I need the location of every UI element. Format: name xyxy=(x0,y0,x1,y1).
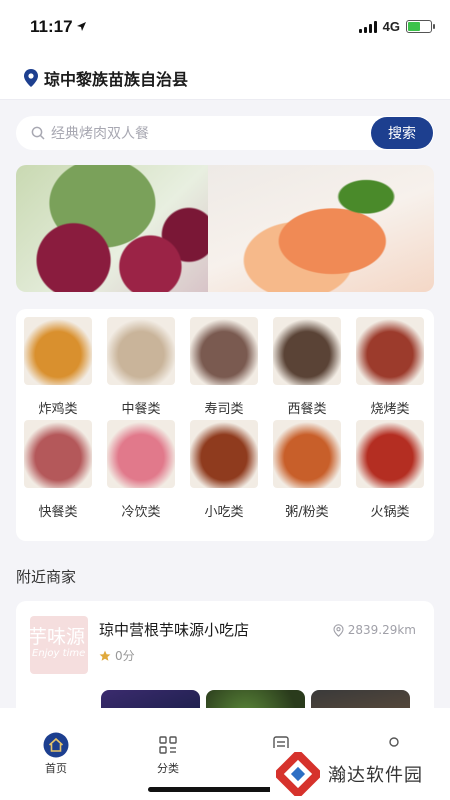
store-rating-value: 0分 xyxy=(115,649,135,663)
tab-label: 分类 xyxy=(157,762,179,775)
banner-image-bayberry xyxy=(16,165,208,292)
tab-label: 首页 xyxy=(45,762,67,775)
category-grid-icon xyxy=(159,736,177,754)
location-pin-icon xyxy=(24,68,38,87)
category-grid: 炸鸡类 中餐类 寿司类 西餐类 烧烤类 快餐类 冷饮类 小吃类 粥/粉类 火锅类 xyxy=(16,309,434,541)
category-image xyxy=(356,317,424,385)
store-name: 琼中营根芋味源小吃店 xyxy=(99,621,250,639)
category-item-hotpot[interactable]: 火锅类 xyxy=(355,420,425,520)
location-arrow-icon xyxy=(77,22,86,31)
category-label: 火锅类 xyxy=(370,505,410,520)
category-item-western[interactable]: 西餐类 xyxy=(272,317,342,417)
store-distance-value: 2839.29km xyxy=(347,623,416,637)
status-bar: 11:17 4G xyxy=(0,0,450,56)
banner-image-shrimp xyxy=(208,165,434,292)
category-label: 粥/粉类 xyxy=(285,505,329,520)
home-indicator xyxy=(148,787,288,792)
signal-icon xyxy=(358,20,377,33)
category-image xyxy=(24,317,92,385)
category-label: 西餐类 xyxy=(287,402,327,417)
section-title-nearby: 附近商家 xyxy=(16,568,77,586)
category-label: 烧烤类 xyxy=(370,402,410,417)
category-item-porridge-noodles[interactable]: 粥/粉类 xyxy=(272,420,342,520)
category-item-chinese[interactable]: 中餐类 xyxy=(106,317,176,417)
category-label: 快餐类 xyxy=(38,505,78,520)
star-icon xyxy=(99,650,111,661)
watermark: 瀚达软件园 xyxy=(270,748,450,800)
category-image xyxy=(190,317,258,385)
home-icon xyxy=(43,732,69,758)
category-label: 寿司类 xyxy=(204,402,244,417)
tab-category[interactable]: 分类 xyxy=(138,731,198,776)
category-image xyxy=(24,420,92,488)
distance-pin-icon xyxy=(333,623,344,637)
category-item-sushi[interactable]: 寿司类 xyxy=(189,317,259,417)
category-image xyxy=(190,420,258,488)
store-logo-text: 芋味源 xyxy=(30,626,86,648)
location-title: 琼中黎族苗族自治县 xyxy=(44,69,189,89)
store-rating: 0分 xyxy=(99,647,135,664)
store-logo-subtext: Enjoy time xyxy=(32,648,86,659)
battery-icon xyxy=(406,20,435,33)
category-label: 冷饮类 xyxy=(121,505,161,520)
category-item-cold-drinks[interactable]: 冷饮类 xyxy=(106,420,176,520)
category-item-bbq[interactable]: 烧烤类 xyxy=(355,317,425,417)
category-label: 中餐类 xyxy=(121,402,161,417)
search-bar[interactable]: 经典烤肉双人餐 搜索 xyxy=(16,116,434,150)
category-image xyxy=(356,420,424,488)
search-button[interactable]: 搜索 xyxy=(371,117,433,149)
watermark-logo-icon xyxy=(276,752,320,796)
category-image xyxy=(107,317,175,385)
category-item-fried-chicken[interactable]: 炸鸡类 xyxy=(23,317,93,417)
category-image xyxy=(107,420,175,488)
tab-home[interactable]: 首页 xyxy=(26,731,86,776)
search-icon xyxy=(31,126,45,140)
category-label: 炸鸡类 xyxy=(38,402,78,417)
category-item-fast-food[interactable]: 快餐类 xyxy=(23,420,93,520)
store-distance: 2839.29km xyxy=(333,623,416,637)
category-label: 小吃类 xyxy=(204,505,244,520)
category-image xyxy=(273,317,341,385)
promo-banner[interactable] xyxy=(16,165,434,292)
store-logo: 芋味源 Enjoy time xyxy=(30,616,88,674)
category-item-snacks[interactable]: 小吃类 xyxy=(189,420,259,520)
search-input[interactable]: 经典烤肉双人餐 xyxy=(51,123,371,143)
status-time: 11:17 xyxy=(30,17,73,36)
category-image xyxy=(273,420,341,488)
watermark-text: 瀚达软件园 xyxy=(328,765,423,786)
network-type: 4G xyxy=(382,19,400,34)
location-header[interactable]: 琼中黎族苗族自治县 xyxy=(0,56,450,100)
